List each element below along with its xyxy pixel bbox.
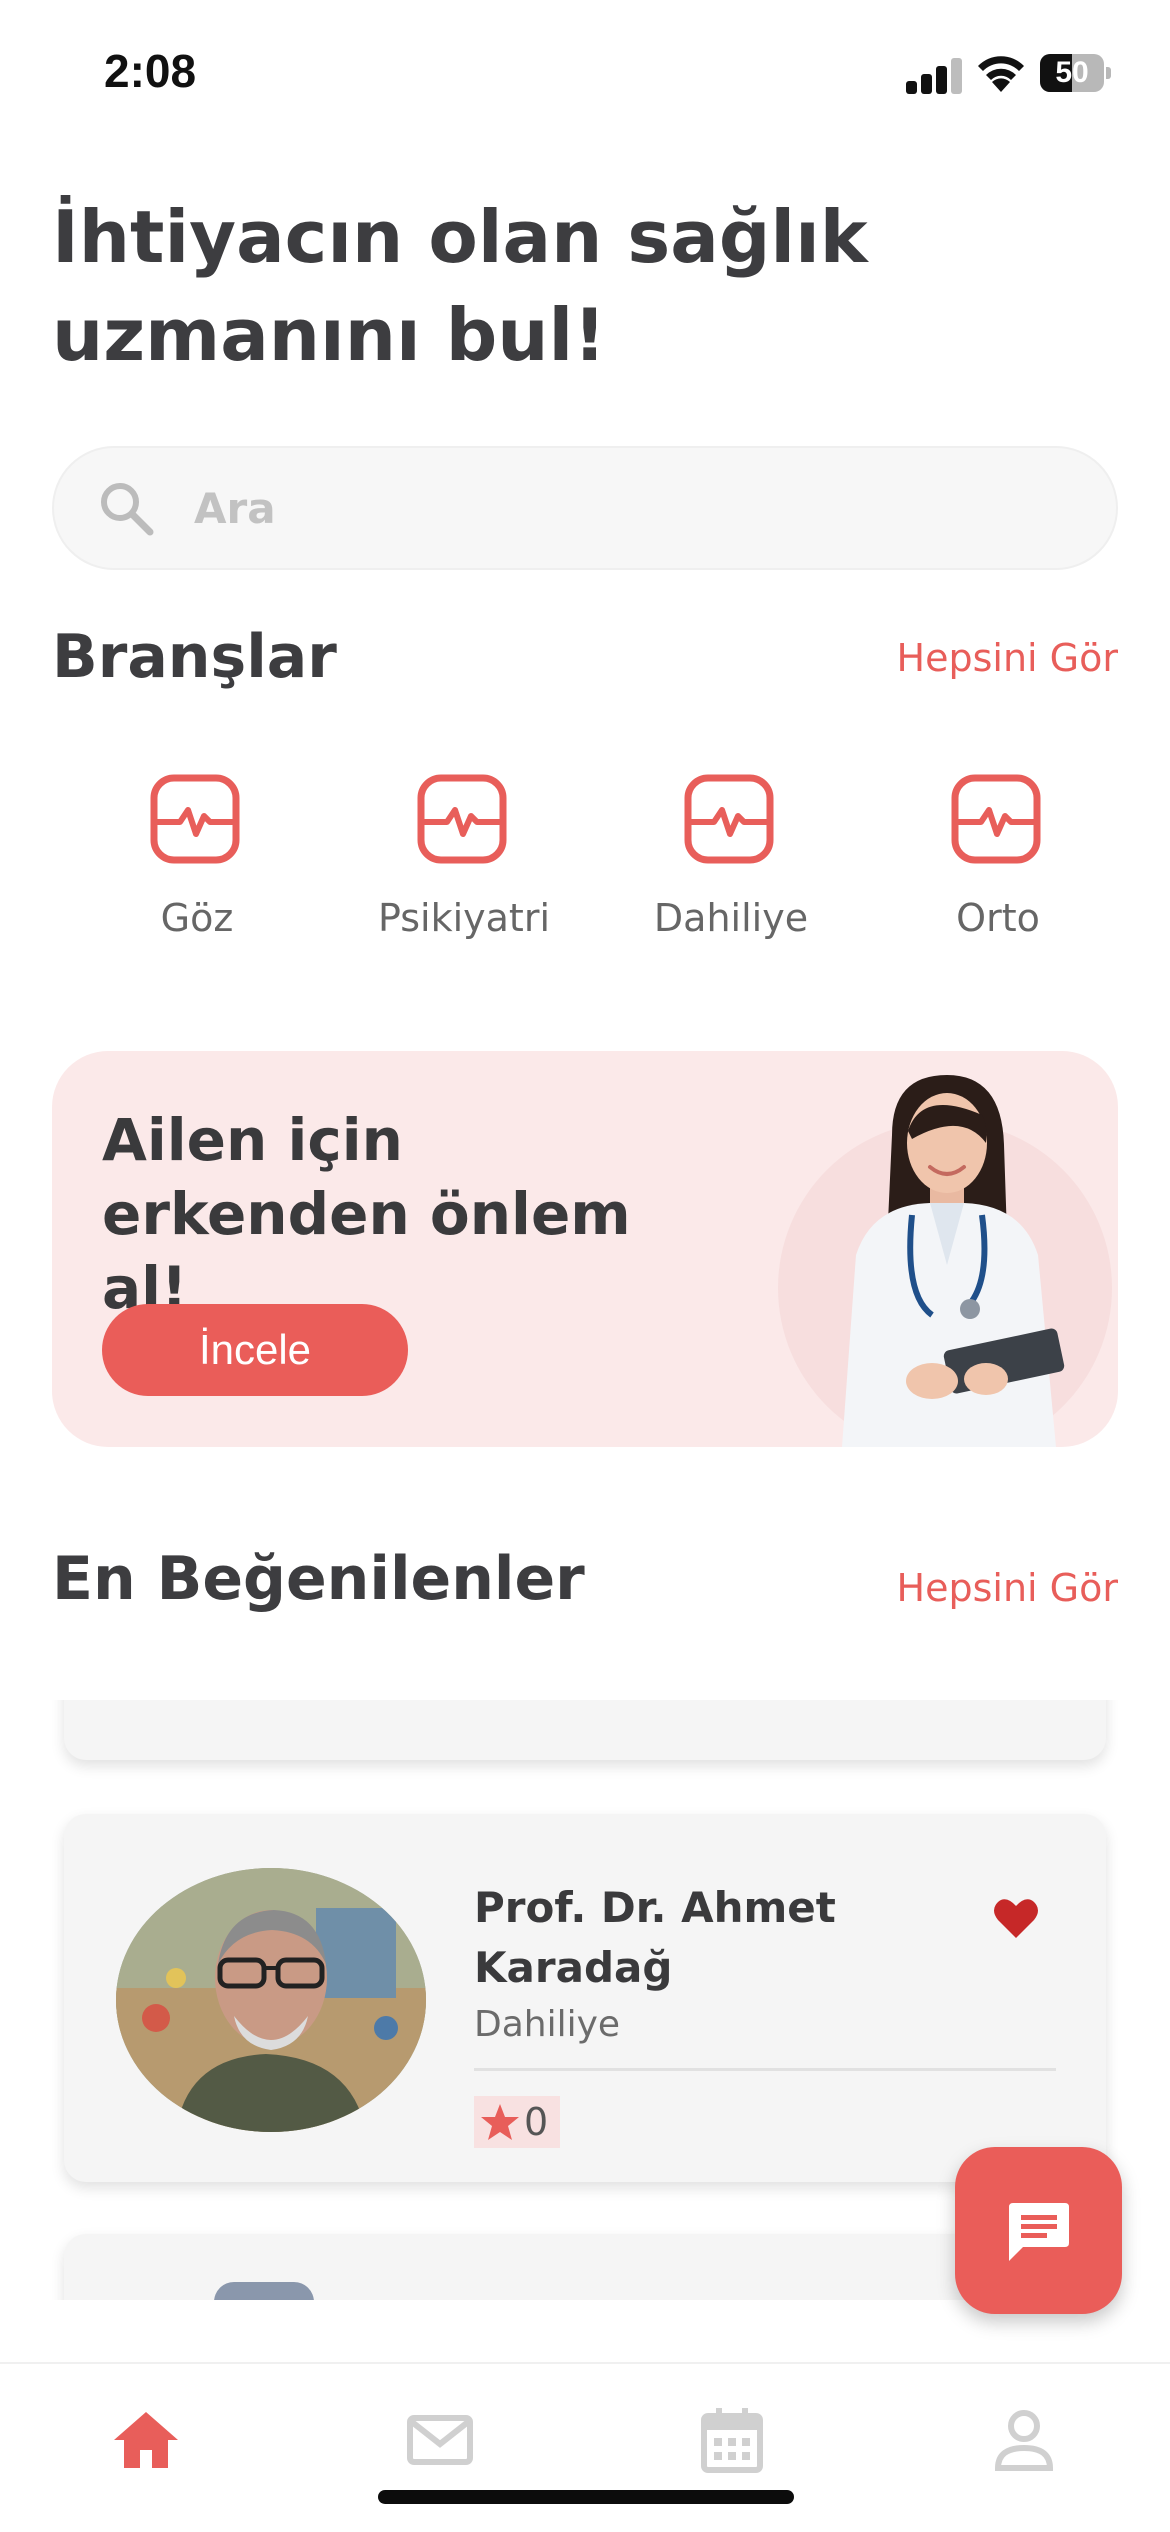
status-time: 2:08 — [104, 45, 197, 97]
star-icon — [481, 2104, 519, 2140]
search-input[interactable] — [194, 476, 1074, 540]
promo-review-button[interactable]: İncele — [102, 1304, 408, 1396]
home-indicator — [378, 2490, 794, 2504]
rating-value: 0 — [524, 2100, 549, 2144]
search-icon — [101, 483, 154, 536]
mail-icon[interactable] — [404, 2404, 476, 2476]
doctor-card[interactable] — [64, 2234, 1106, 2300]
cellular-signal-icon — [906, 56, 962, 94]
branches-title: Branşlar — [52, 622, 337, 692]
doctor-name: Prof. Dr. Ahmet Karadağ — [474, 1883, 836, 1992]
heart-monitor-icon — [951, 774, 1041, 864]
heart-monitor-icon — [417, 774, 507, 864]
heart-monitor-icon — [150, 774, 240, 864]
rating-badge: 0 — [474, 2096, 561, 2148]
profile-icon[interactable] — [988, 2404, 1060, 2476]
chat-button[interactable] — [955, 2147, 1122, 2314]
branch-item[interactable]: Göz — [92, 760, 302, 960]
battery-level: 50 — [1055, 56, 1089, 89]
heart-monitor-icon — [684, 774, 774, 864]
promo-title: Ailen için erkenden önlem al! — [102, 1106, 631, 1322]
branch-item[interactable]: Psikiyatri — [359, 760, 569, 960]
branch-label: Göz — [160, 896, 234, 940]
wifi-icon — [978, 56, 1024, 92]
doctor-card[interactable] — [64, 1700, 1106, 1760]
favorites-title: En Beğenilenler — [52, 1544, 585, 1614]
branch-item[interactable]: Dahiliye — [626, 760, 836, 960]
branch-label: Dahiliye — [653, 896, 809, 940]
doctor-avatar — [116, 1868, 426, 2132]
doctor-specialty: Dahiliye — [474, 2004, 621, 2045]
doctor-avatar — [214, 2282, 314, 2300]
battery-icon: 50 — [1040, 54, 1111, 92]
tab-bar — [0, 2362, 1170, 2532]
branches-see-all-link[interactable]: Hepsini Gör — [897, 636, 1118, 680]
divider — [474, 2068, 1056, 2071]
branch-label: Orto — [956, 896, 1040, 940]
search-bar[interactable] — [52, 446, 1118, 570]
calendar-icon[interactable] — [696, 2404, 768, 2476]
doctor-illustration — [842, 1075, 1065, 1447]
page-title: İhtiyacın olan sağlık uzmanını bul! — [52, 195, 868, 377]
chat-icon — [1009, 2203, 1069, 2261]
status-bar: 2:08 50 — [0, 0, 1170, 150]
branches-carousel[interactable]: iş Göz Psikiyatri Dahiliye Orto — [52, 760, 1118, 960]
branch-label: Psikiyatri — [377, 896, 551, 940]
home-icon[interactable] — [110, 2404, 182, 2476]
doctor-card[interactable]: Prof. Dr. Ahmet Karadağ Dahiliye 0 — [64, 1814, 1106, 2182]
promo-banner: Ailen için erkenden önlem al! İncele — [52, 1051, 1118, 1447]
heart-icon[interactable] — [992, 1896, 1040, 1940]
favorites-see-all-link[interactable]: Hepsini Gör — [897, 1566, 1118, 1610]
branch-item[interactable]: Orto — [893, 760, 1103, 960]
